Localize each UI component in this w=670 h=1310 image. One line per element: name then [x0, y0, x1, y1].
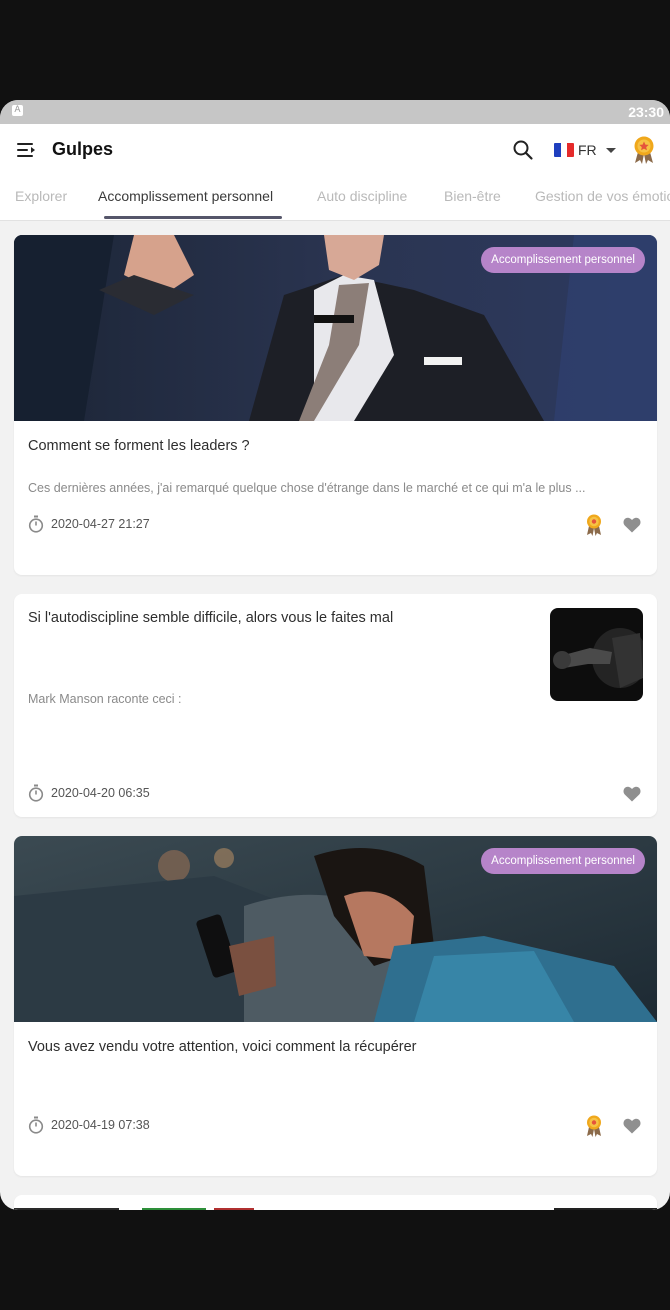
premium-award-icon — [587, 514, 601, 536]
search-icon[interactable] — [512, 139, 534, 161]
article-card[interactable]: Accomplissement personnel Comment se for… — [14, 235, 657, 575]
notification-icon: A — [12, 105, 23, 116]
device-screen: A 23:30 Gulpes FR Explorer Accomplisseme… — [0, 100, 670, 1210]
tab-auto-discipline[interactable]: Auto discipline — [317, 188, 407, 204]
article-image: Accomplissement personnel — [14, 836, 657, 1022]
tab-gestion-emotions[interactable]: Gestion de vos émotions — [535, 188, 670, 204]
article-date: 2020-04-27 21:27 — [51, 517, 150, 531]
heart-icon[interactable] — [623, 786, 641, 802]
language-selector[interactable]: FR — [554, 140, 616, 160]
app-title: Gulpes — [52, 139, 114, 159]
tab-explorer[interactable]: Explorer — [15, 188, 67, 204]
article-excerpt: Ces dernières années, j'ai remarqué quel… — [28, 481, 586, 495]
article-title[interactable]: Comment se forment les leaders ? — [28, 435, 250, 457]
article-image: Accomplissement personnel — [14, 235, 657, 421]
premium-award-icon — [587, 1115, 601, 1137]
article-meta: 2020-04-19 07:38 — [28, 1116, 150, 1134]
article-date: 2020-04-20 06:35 — [51, 786, 150, 800]
article-meta: 2020-04-20 06:35 — [28, 784, 150, 802]
article-thumbnail — [550, 608, 643, 701]
article-date: 2020-04-19 07:38 — [51, 1118, 150, 1132]
category-badge: Accomplissement personnel — [481, 848, 645, 874]
premium-badge-icon[interactable] — [632, 136, 656, 164]
category-badge: Accomplissement personnel — [481, 247, 645, 273]
heart-icon[interactable] — [623, 517, 641, 533]
timer-icon — [28, 784, 44, 802]
article-card[interactable]: Accomplissement personnel Vous avez vend… — [14, 836, 657, 1176]
article-excerpt: Mark Manson raconte ceci : — [28, 692, 182, 706]
article-title[interactable]: Si l'autodiscipline semble difficile, al… — [28, 607, 418, 629]
france-flag-icon — [554, 143, 574, 157]
language-code: FR — [578, 142, 597, 158]
article-card[interactable] — [14, 1195, 657, 1210]
article-meta: 2020-04-27 21:27 — [28, 515, 150, 533]
app-bar: Gulpes FR — [0, 124, 670, 176]
article-title[interactable]: Vous avez vendu votre attention, voici c… — [28, 1036, 416, 1058]
active-tab-indicator — [104, 216, 282, 219]
status-time: 23:30 — [628, 104, 664, 120]
tab-accomplissement-personnel[interactable]: Accomplissement personnel — [98, 188, 273, 204]
article-image — [14, 1208, 657, 1210]
status-bar: A 23:30 — [0, 100, 670, 124]
menu-icon[interactable] — [16, 140, 38, 160]
timer-icon — [28, 515, 44, 533]
tab-bien-etre[interactable]: Bien-être — [444, 188, 501, 204]
article-card[interactable]: Si l'autodiscipline semble difficile, al… — [14, 594, 657, 817]
category-tabs: Explorer Accomplissement personnel Auto … — [0, 176, 670, 221]
caret-down-icon — [605, 147, 616, 153]
heart-icon[interactable] — [623, 1118, 641, 1134]
timer-icon — [28, 1116, 44, 1134]
